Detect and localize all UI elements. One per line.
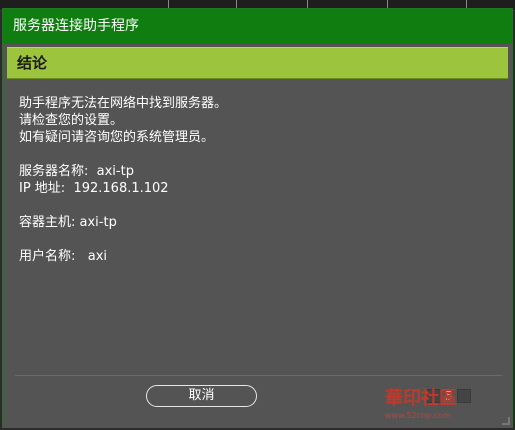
ip-address-text: IP 地址: 192.168.1.102 [19,181,169,196]
watermark-text: 華印社區 [385,388,457,409]
cancel-button[interactable]: 取消 [146,385,257,407]
container-host-text: 容器主机: axi-tp [19,215,117,230]
watermark-url: www.52cnp.com [385,411,451,420]
server-connection-dialog: 服务器连接助手程序 结论 助手程序无法在网络中找到服务器。 请检查您的设置。 如… [2,8,513,428]
dialog-title: 服务器连接助手程序 [3,9,512,44]
message-line: 助手程序无法在网络中找到服务器。 [19,96,228,111]
message-line: 请检查您的设置。 [19,113,124,128]
user-name-text: 用户名称: axi [19,249,108,264]
section-title: 结论 [7,47,508,79]
server-name-text: 服务器名称: axi-tp [19,164,134,179]
dialog-content: 助手程序无法在网络中找到服务器。 请检查您的设置。 如有疑问请咨询您的系统管理员… [19,95,489,265]
watermark-logo: 華印社區 www.52cnp.com [385,387,510,427]
footer-divider [15,375,502,376]
message-line: 如有疑问请咨询您的系统管理员。 [19,130,215,145]
